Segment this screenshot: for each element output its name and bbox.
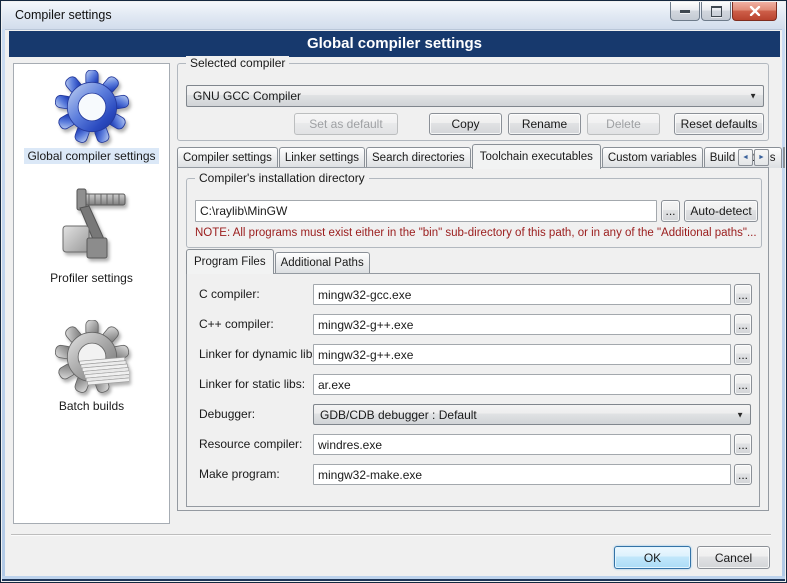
page-title: Global compiler settings <box>9 31 780 57</box>
cancel-button[interactable]: Cancel <box>697 546 770 569</box>
ok-button[interactable]: OK <box>614 546 691 569</box>
compiler-tab-strip: Compiler settings Linker settings Search… <box>177 143 733 168</box>
grey-gear-stack-icon <box>55 320 129 394</box>
installation-directory-input[interactable] <box>195 200 657 222</box>
title-bar[interactable] <box>2 2 785 30</box>
subtab-program-files[interactable]: Program Files <box>186 249 274 274</box>
tab-scroll-right-icon: ► <box>758 154 765 161</box>
cpp-compiler-label: C++ compiler: <box>199 314 274 335</box>
subtab-additional-paths[interactable]: Additional Paths <box>275 252 370 273</box>
dynamic-linker-browse-button[interactable]: ... <box>734 344 752 365</box>
minimize-button[interactable] <box>670 2 700 21</box>
debugger-label: Debugger: <box>199 404 255 425</box>
debugger-select-value: GDB/CDB debugger : Default <box>320 408 477 422</box>
static-linker-browse-button[interactable]: ... <box>734 374 752 395</box>
cpp-compiler-input[interactable] <box>313 314 731 335</box>
make-program-input[interactable] <box>313 464 731 485</box>
installation-directory-group: Compiler's installation directory ... Au… <box>186 178 762 248</box>
restore-icon <box>711 6 722 17</box>
make-program-label: Make program: <box>199 464 280 485</box>
compiler-settings-dialog: Compiler settings Global compiler settin… <box>0 0 787 583</box>
sidebar-item-label: Batch builds <box>56 398 127 414</box>
close-icon <box>749 6 761 16</box>
paths-tab-strip: Program Files Additional Paths <box>186 249 486 273</box>
blue-gear-icon <box>55 70 129 144</box>
dynamic-linker-input[interactable] <box>313 344 731 365</box>
reset-defaults-button[interactable]: Reset defaults <box>674 113 764 135</box>
compiler-select[interactable]: GNU GCC Compiler ▼ <box>186 85 764 107</box>
program-files-page: C compiler: ... C++ compiler: ... Linker… <box>186 273 760 507</box>
caliper-icon <box>55 186 129 266</box>
chevron-down-icon: ▼ <box>736 410 744 419</box>
delete-button[interactable]: Delete <box>587 113 660 135</box>
c-compiler-browse-button[interactable]: ... <box>734 284 752 305</box>
window-border <box>2 29 5 576</box>
static-linker-input[interactable] <box>313 374 731 395</box>
selected-compiler-group: Selected compiler GNU GCC Compiler ▼ Set… <box>177 63 769 141</box>
tab-partial[interactable] <box>783 147 785 168</box>
sidebar-item-profiler-settings[interactable]: Profiler settings <box>14 186 169 286</box>
tab-linker-settings[interactable]: Linker settings <box>279 147 365 168</box>
set-as-default-button[interactable]: Set as default <box>294 113 398 135</box>
restore-button[interactable] <box>701 2 731 21</box>
sidebar-item-label: Global compiler settings <box>24 148 158 164</box>
window-border <box>782 29 785 576</box>
tab-custom-variables[interactable]: Custom variables <box>602 147 703 168</box>
resource-compiler-input[interactable] <box>313 434 731 455</box>
tab-scroll-right-button[interactable]: ► <box>754 149 769 166</box>
tab-toolchain-executables[interactable]: Toolchain executables <box>472 144 601 169</box>
rename-button[interactable]: Rename <box>508 113 581 135</box>
close-button[interactable] <box>732 2 777 21</box>
tab-scroll-left-icon: ◄ <box>742 154 749 161</box>
auto-detect-button[interactable]: Auto-detect <box>684 200 758 222</box>
copy-button[interactable]: Copy <box>429 113 502 135</box>
installation-note: NOTE: All programs must exist either in … <box>195 227 757 239</box>
tab-compiler-settings[interactable]: Compiler settings <box>177 147 278 168</box>
resource-compiler-label: Resource compiler: <box>199 434 302 455</box>
window-border <box>2 579 785 581</box>
sidebar-item-label: Profiler settings <box>47 270 136 286</box>
toolchain-executables-page: Compiler's installation directory ... Au… <box>177 167 769 511</box>
settings-category-list: Global compiler settings Pro <box>13 63 170 524</box>
make-program-browse-button[interactable]: ... <box>734 464 752 485</box>
static-linker-label: Linker for static libs: <box>199 374 305 395</box>
footer-divider <box>11 534 771 536</box>
sidebar-item-global-compiler-settings[interactable]: Global compiler settings <box>14 70 169 164</box>
cpp-compiler-browse-button[interactable]: ... <box>734 314 752 335</box>
tab-scroll-left-button[interactable]: ◄ <box>738 149 753 166</box>
debugger-select[interactable]: GDB/CDB debugger : Default ▼ <box>313 404 751 425</box>
selected-compiler-group-label: Selected compiler <box>186 56 289 70</box>
window-title: Compiler settings <box>15 8 112 22</box>
tab-search-directories[interactable]: Search directories <box>366 147 471 168</box>
installation-browse-button[interactable]: ... <box>661 200 680 222</box>
resource-compiler-browse-button[interactable]: ... <box>734 434 752 455</box>
sidebar-item-batch-builds[interactable]: Batch builds <box>14 320 169 414</box>
c-compiler-input[interactable] <box>313 284 731 305</box>
chevron-down-icon: ▼ <box>749 92 757 101</box>
c-compiler-label: C compiler: <box>199 284 260 305</box>
window-controls <box>670 2 777 21</box>
minimize-icon <box>680 10 690 13</box>
compiler-select-value: GNU GCC Compiler <box>193 89 301 103</box>
dynamic-linker-label: Linker for dynamic libs: <box>199 344 322 365</box>
installation-directory-group-label: Compiler's installation directory <box>195 171 369 185</box>
